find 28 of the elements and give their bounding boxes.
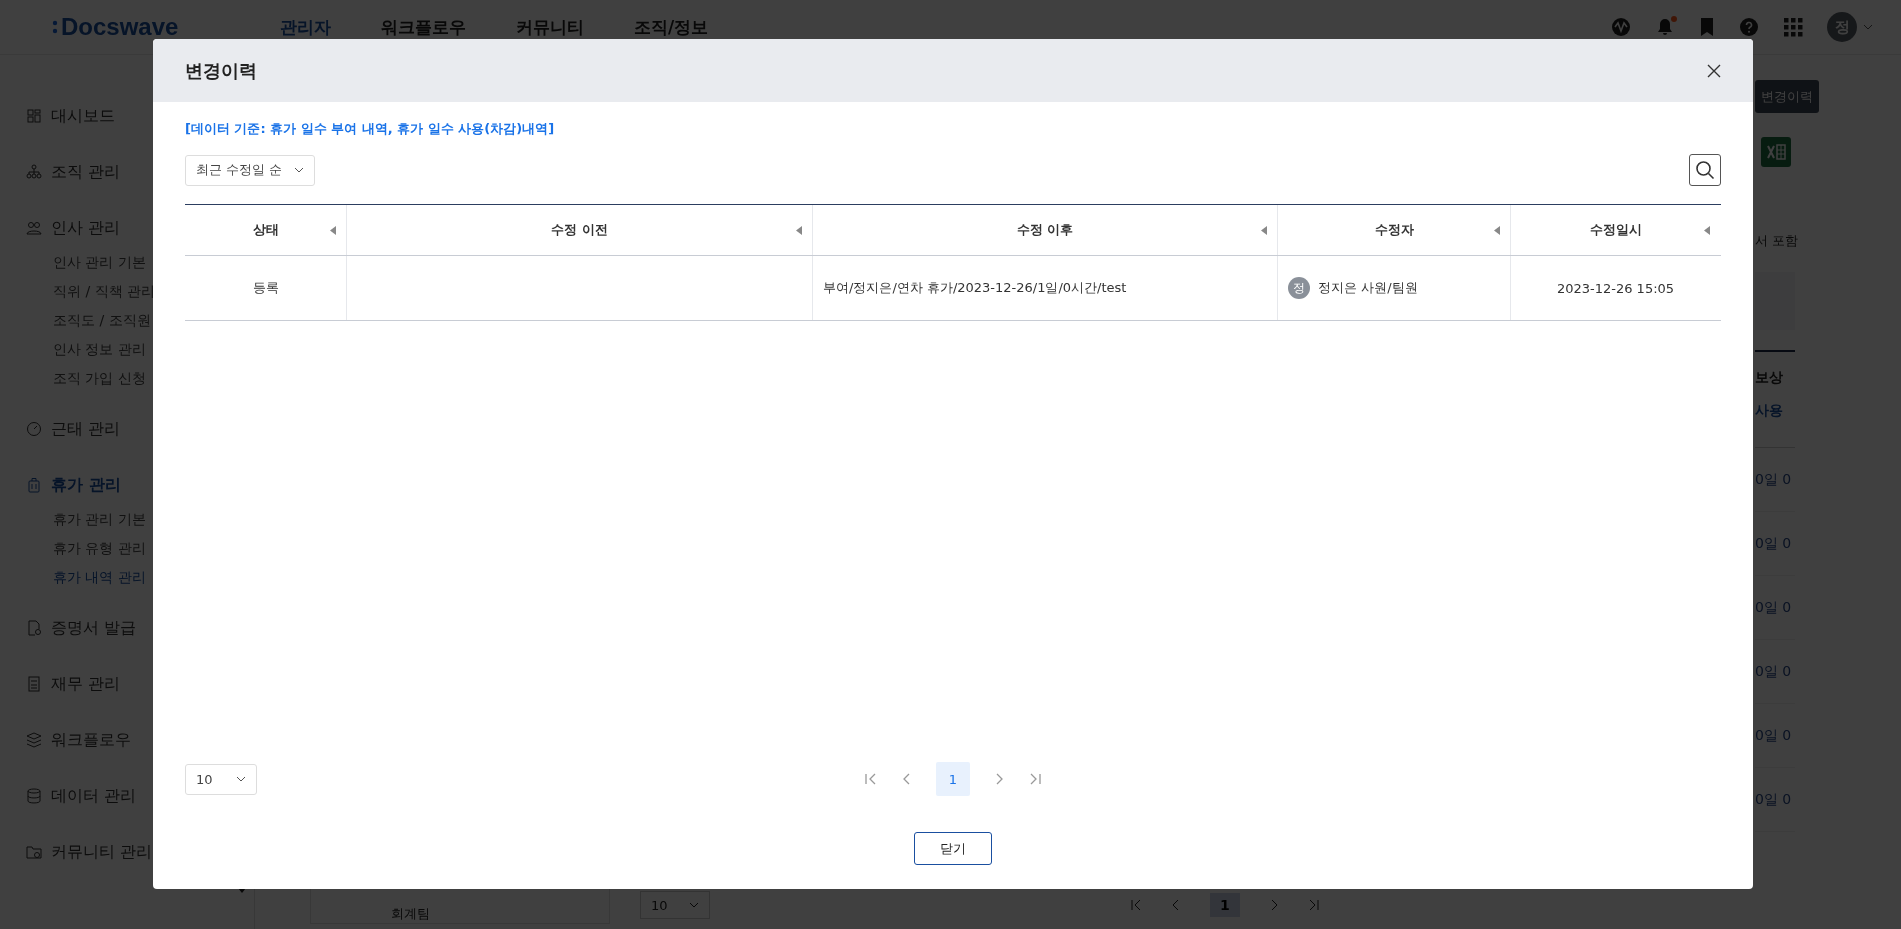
first-page-icon[interactable] [864,772,878,786]
page-number[interactable]: 1 [936,762,970,796]
editor-name: 정지은 사원/팀원 [1318,279,1418,297]
table-cell-text: 2023-12-26 15:05 [1555,279,1676,298]
search-button[interactable] [1689,154,1721,186]
column-header[interactable]: 수정일시 [1511,205,1720,255]
sort-icon[interactable] [1494,225,1500,235]
sort-select[interactable]: 최근 수정일 순 [185,154,315,186]
table-cell: 부여/정지은/연차 휴가/2023-12-26/1일/0시간/test [813,256,1278,320]
close-button[interactable]: 닫기 [914,832,992,865]
search-icon [1695,160,1715,180]
column-header[interactable]: 수정자 [1278,205,1511,255]
dialog-title: 변경이력 [185,58,257,83]
page-size-select[interactable]: 10 [185,763,257,795]
column-header[interactable]: 수정 이전 [347,205,813,255]
sort-icon[interactable] [330,225,336,235]
user-avatar: 정 [1288,277,1310,299]
sort-icon[interactable] [796,225,802,235]
close-icon[interactable] [1707,63,1721,78]
last-page-icon[interactable] [1028,772,1042,786]
column-header[interactable]: 수정 이후 [813,205,1278,255]
sort-icon[interactable] [1704,225,1710,235]
data-basis-note: [데이터 기준: 휴가 일수 부여 내역, 휴가 일수 사용(차감)내역] [185,120,556,138]
sort-icon[interactable] [1261,225,1267,235]
chevron-down-icon [294,167,304,173]
chevron-down-icon [236,776,246,782]
column-header[interactable]: 상태 [185,205,347,255]
table-cell: 등록 [185,256,347,320]
